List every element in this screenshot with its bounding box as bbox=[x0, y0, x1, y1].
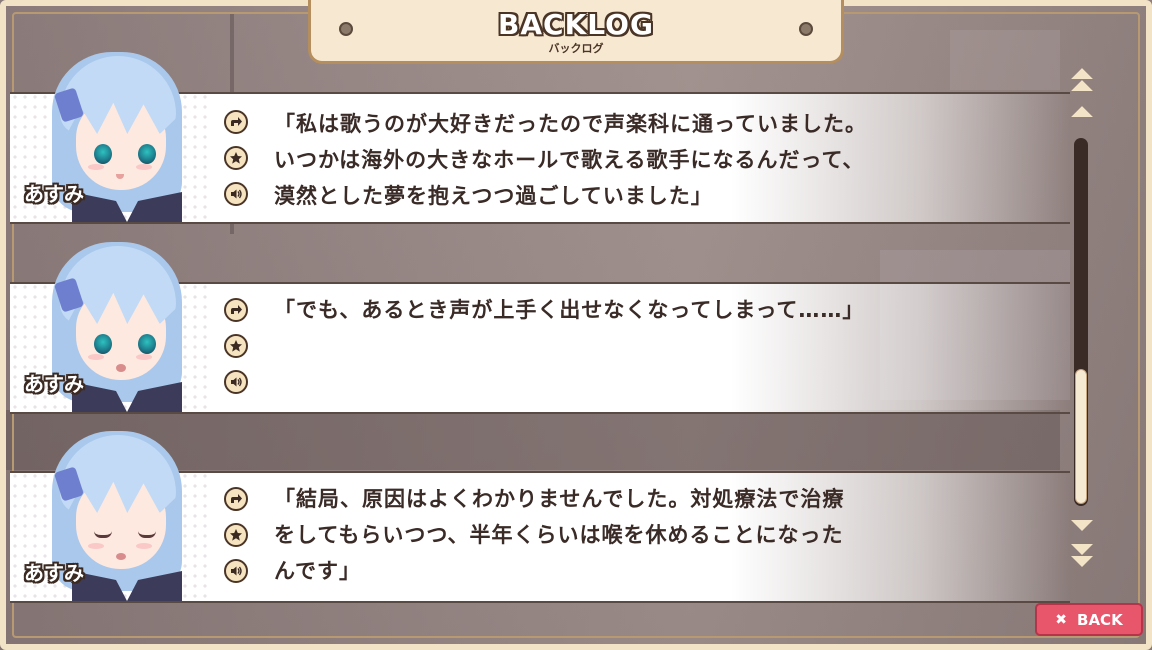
scroll-up-button[interactable] bbox=[1070, 100, 1094, 122]
dialogue-line: 「私は歌うのが大好きだったので声楽科に通っていました。 bbox=[274, 112, 867, 136]
dialogue-line: 漠然とした夢を抱えつつ過ごしていました」 bbox=[274, 184, 713, 208]
scroll-down-button[interactable] bbox=[1070, 514, 1094, 536]
jump-arrow-icon[interactable] bbox=[224, 487, 248, 511]
voice-replay-icon[interactable] bbox=[224, 559, 248, 583]
close-x-icon: ✖ bbox=[1055, 611, 1068, 628]
speaker-name: あすみ bbox=[24, 182, 84, 206]
page-subtitle: バックログ bbox=[548, 42, 604, 55]
voice-replay-icon[interactable] bbox=[224, 182, 248, 206]
chevron-down-icon bbox=[1071, 519, 1093, 531]
dialogue-line: んです」 bbox=[274, 559, 361, 583]
scroll-bottom-button[interactable] bbox=[1070, 543, 1094, 567]
double-chevron-down-icon bbox=[1071, 543, 1093, 555]
page-title: BACKLOG bbox=[498, 8, 654, 41]
log-entry: あすみ 「結局、原因はよくわかりませんでした。対処療法で治療 をしてもらいつつ、… bbox=[10, 431, 1130, 603]
back-button-label: BACK bbox=[1077, 610, 1123, 629]
backlog-title-plate: BACKLOG バックログ bbox=[308, 0, 844, 64]
voice-replay-icon[interactable] bbox=[224, 370, 248, 394]
dialogue-line: をしてもらいつつ、半年くらいは喉を休めることになった bbox=[274, 523, 844, 547]
log-entry: あすみ 「でも、あるとき声が上手く出せなくなってしまって……」 bbox=[10, 242, 1130, 414]
back-button[interactable]: ✖ BACK bbox=[1035, 603, 1143, 636]
speaker-name: あすみ bbox=[24, 372, 84, 396]
scroll-top-button[interactable] bbox=[1070, 67, 1094, 91]
dialogue-line: 「でも、あるとき声が上手く出せなくなってしまって……」 bbox=[274, 298, 865, 322]
log-entry: あすみ 「私は歌うのが大好きだったので声楽科に通っていました。 いつかは海外の大… bbox=[10, 52, 1130, 224]
jump-arrow-icon[interactable] bbox=[224, 110, 248, 134]
dialogue-line: 「結局、原因はよくわかりませんでした。対処療法で治療 bbox=[274, 487, 845, 511]
speaker-name: あすみ bbox=[24, 561, 84, 585]
star-icon[interactable] bbox=[224, 523, 248, 547]
star-icon[interactable] bbox=[224, 146, 248, 170]
double-chevron-up-icon bbox=[1071, 67, 1093, 79]
jump-arrow-icon[interactable] bbox=[224, 298, 248, 322]
star-icon[interactable] bbox=[224, 334, 248, 358]
chevron-up-icon bbox=[1071, 105, 1093, 117]
dialogue-line: いつかは海外の大きなホールで歌える歌手になるんだって、 bbox=[274, 148, 865, 172]
scrollbar-thumb[interactable] bbox=[1075, 369, 1087, 504]
